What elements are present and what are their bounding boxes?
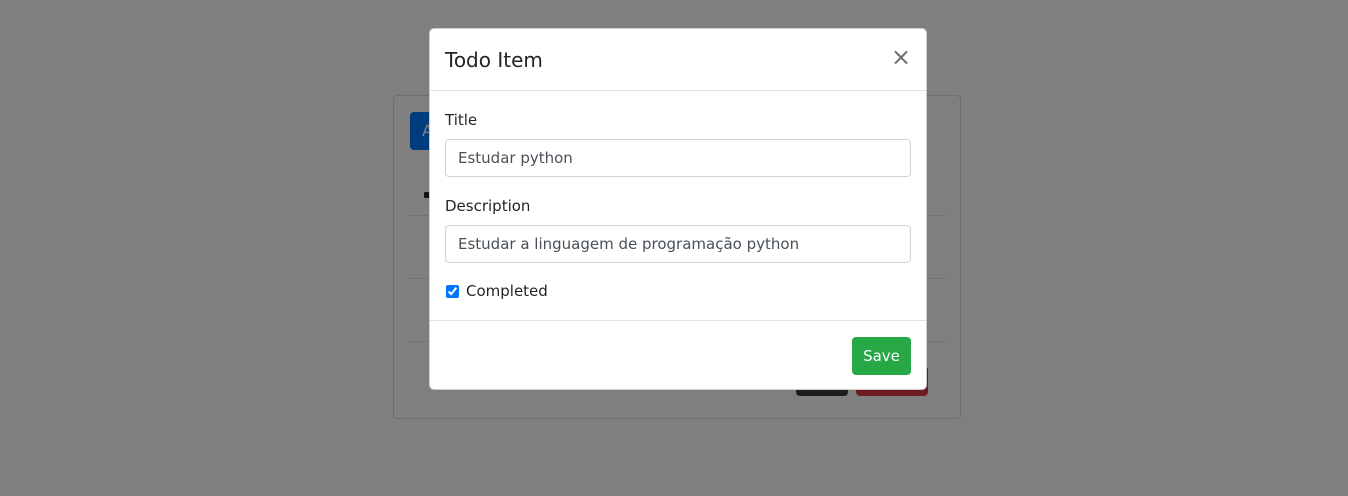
modal-title: Todo Item	[445, 48, 543, 72]
modal-footer: Save	[430, 320, 926, 390]
modal-header: Todo Item ×	[430, 29, 926, 91]
completed-label[interactable]: Completed	[466, 282, 548, 300]
todo-item-modal: Todo Item × Title Description Completed …	[429, 28, 927, 390]
completed-row: Completed	[445, 281, 548, 301]
title-input[interactable]	[445, 139, 911, 177]
save-button[interactable]: Save	[852, 337, 911, 375]
title-label: Title	[445, 111, 478, 129]
close-icon[interactable]: ×	[890, 45, 912, 69]
description-label: Description	[445, 197, 531, 215]
completed-checkbox[interactable]	[446, 284, 459, 298]
description-input[interactable]	[445, 225, 911, 263]
